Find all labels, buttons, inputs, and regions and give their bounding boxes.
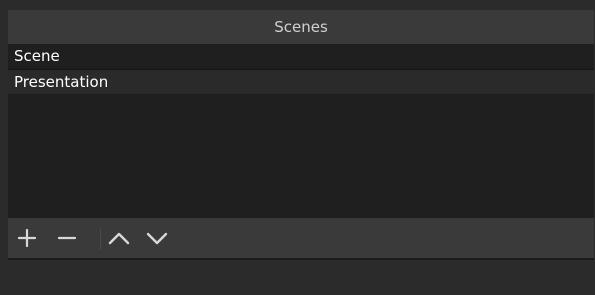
minus-icon — [57, 236, 77, 240]
add-scene-button[interactable] — [14, 225, 40, 251]
dock-title: Scenes — [8, 10, 594, 44]
move-scene-up-button[interactable] — [106, 225, 132, 251]
plus-icon — [17, 228, 37, 248]
move-scene-down-button[interactable] — [144, 225, 170, 251]
chevron-up-icon — [108, 232, 130, 245]
scene-toolbar — [8, 218, 594, 258]
scene-list-item-scene[interactable]: Scene — [8, 44, 594, 69]
scenes-dock: Scenes Scene Presentation — [0, 0, 595, 295]
scene-list-item-presentation[interactable]: Presentation — [8, 69, 594, 94]
remove-scene-button[interactable] — [54, 225, 80, 251]
scene-list[interactable]: Scene Presentation — [8, 44, 594, 218]
chevron-down-icon — [146, 232, 168, 245]
dock-footer — [8, 260, 594, 295]
toolbar-divider — [100, 228, 101, 250]
